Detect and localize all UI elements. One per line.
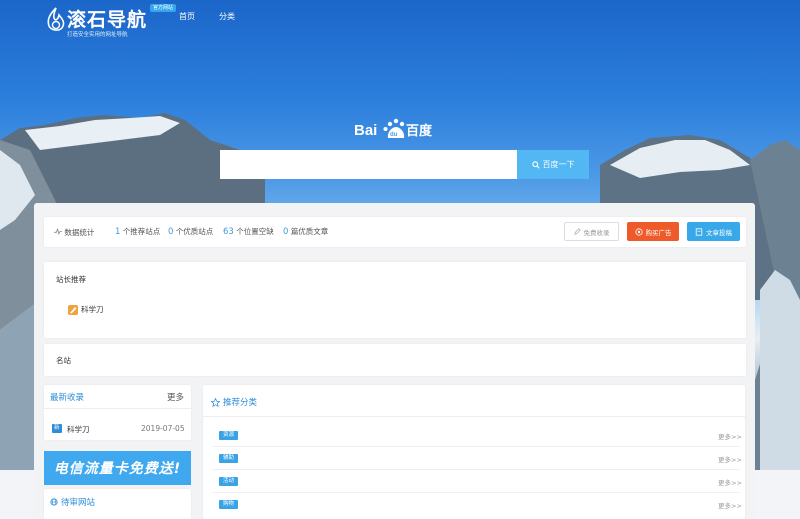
nav-home[interactable]: 首页 [179,11,195,22]
divider [212,446,740,447]
divider [44,408,191,409]
free-collect-button[interactable]: 免费收录 [564,222,619,241]
logo-title: 滚石导航 [67,9,148,31]
svg-text:du: du [390,132,398,138]
category-tag-events[interactable]: 活动 [219,477,239,486]
paw-icon: du [383,118,405,138]
star-icon [211,397,220,407]
recommend-site-link[interactable]: 科学刀 [68,304,104,315]
stat-vacancies: 63 个位置空缺 [223,227,274,237]
pulse-icon [54,227,62,236]
stats-label: 数据统计 [64,228,95,237]
ad-icon [634,227,643,236]
site-logo[interactable]: 滚石导航 官方网站 打造安全实用的网址导航 [45,4,185,38]
buy-ad-label: 购买广告 [645,228,672,237]
logo-subtitle: 打造安全实用的网址导航 [67,32,128,38]
svg-text:百度: 百度 [406,123,433,139]
free-collect-label: 免费收录 [583,228,610,237]
category-more-link[interactable]: 更多>> [718,477,742,487]
recommend-title: 站长推荐 [56,275,86,284]
category-tag-shopping[interactable]: 购物 [219,500,239,509]
categories-section [203,385,745,519]
new-badge: 新 [52,424,62,433]
buy-ad-button[interactable]: 购买广告 [627,222,679,241]
famous-sites-section [44,344,746,376]
recommend-section [44,262,746,338]
knife-icon [68,304,78,315]
latest-more-link[interactable]: 更多 [167,391,184,403]
pending-header: 待审网站 [50,496,95,508]
stat-quality: 0 个优质站点 [168,227,214,237]
famous-title: 名站 [56,356,71,365]
svg-text:Bai: Bai [354,122,377,139]
latest-title: 最新收录 [50,393,85,403]
globe-icon [50,498,58,506]
category-more-link[interactable]: 更多>> [718,500,742,510]
submit-article-button[interactable]: 文章投稿 [687,222,740,241]
pending-title: 待审网站 [61,498,96,508]
divider [212,469,740,470]
latest-item-date: 2019-07-05 [141,424,185,433]
search-icon [531,160,540,169]
nav-categories[interactable]: 分类 [219,11,235,22]
category-tag-resources[interactable]: 资源 [219,431,239,440]
logo-badge: 官方网站 [150,4,177,12]
document-icon [695,227,703,236]
pencil-icon [573,228,581,235]
categories-header: 推荐分类 [211,396,257,408]
divider [203,416,745,417]
search-button-label: 百度一下 [542,160,575,169]
promo-banner[interactable]: 电信流量卡免费送! [44,451,191,485]
baidu-logo: Bai du 百度 [354,118,433,139]
flame-logo-icon [47,7,65,31]
categories-title: 推荐分类 [223,398,258,408]
category-more-link[interactable]: 更多>> [718,431,742,441]
category-tag-tools[interactable]: 辅助 [219,454,239,463]
divider [212,492,740,493]
recommend-site-name: 科学刀 [81,305,104,314]
category-more-link[interactable]: 更多>> [718,454,742,464]
stats-label-group: 数据统计 [54,227,94,238]
stat-recommended: 1 个推荐站点 [115,227,161,237]
latest-item-name[interactable]: 科学刀 [67,424,90,435]
search-input[interactable] [220,150,517,179]
submit-article-label: 文章投稿 [706,228,732,237]
stat-articles: 0 篇优质文章 [283,227,329,237]
search-button[interactable]: 百度一下 [517,150,589,179]
